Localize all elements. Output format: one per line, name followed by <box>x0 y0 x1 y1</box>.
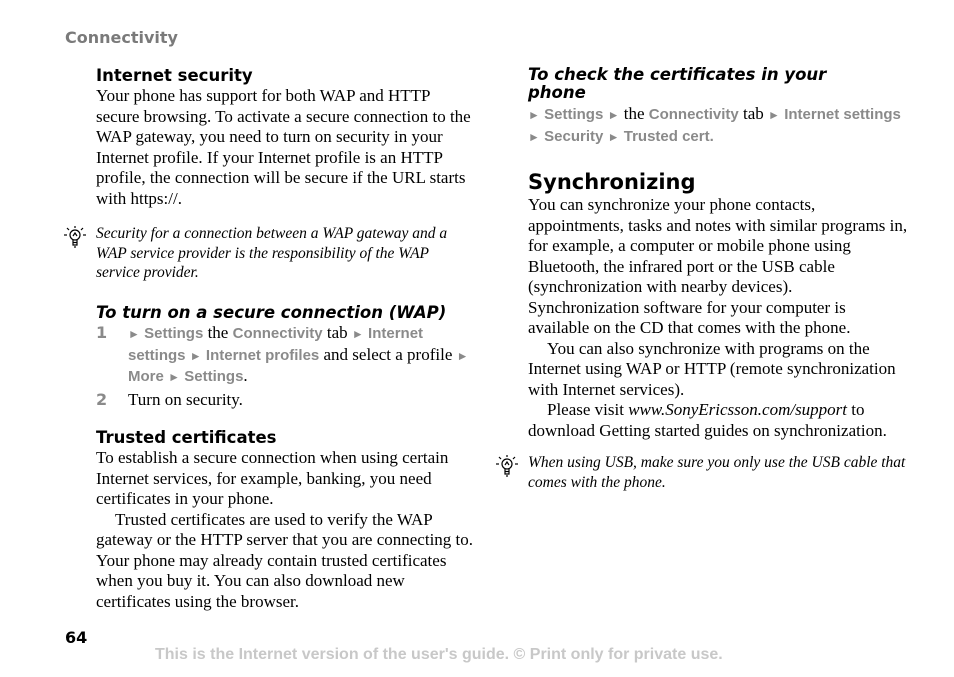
footer-notice: This is the Internet version of the user… <box>155 646 723 663</box>
menu-path-security: Security <box>544 127 604 145</box>
lightbulb-icon <box>496 455 518 477</box>
tip-text: When using USB, make sure you only use t… <box>528 454 906 491</box>
secure-wap-heading: To turn on a secure connection (WAP) <box>96 303 447 323</box>
arrow-icon: ► <box>768 108 780 122</box>
trusted-p2: Trusted certificates are used to verify … <box>96 509 474 611</box>
text: Please visit <box>547 400 629 419</box>
step-1: 1 ► Settings the Connectivity tab ► Inte… <box>96 323 476 388</box>
tip-text: Security for a connection between a WAP … <box>96 225 448 282</box>
arrow-icon: ► <box>168 370 180 385</box>
menu-path-settings-2: Settings <box>184 368 244 386</box>
tip-note: When using USB, make sure you only use t… <box>496 453 908 492</box>
arrow-icon: ► <box>189 348 202 363</box>
sync-p3: Please visit www.SonyEricsson.com/suppor… <box>528 400 908 441</box>
check-certs-heading: To check the certificates in your phone <box>528 65 827 102</box>
trusted-p1: To establish a secure connection when us… <box>96 448 449 509</box>
support-link[interactable]: www.SonyEricsson.com/support <box>628 400 847 419</box>
tip-note: Security for a connection between a WAP … <box>64 224 476 283</box>
text: the <box>203 323 233 343</box>
text: and select a profile <box>319 344 457 364</box>
arrow-icon: ► <box>607 108 620 122</box>
step-2: 2 Turn on security. <box>96 390 476 411</box>
left-column: Internet security Your phone has support… <box>64 66 476 612</box>
arrow-icon: ► <box>128 327 140 342</box>
menu-path-internet-settings: Internet settings <box>784 106 901 123</box>
page-number: 64 <box>65 628 88 647</box>
arrow-icon: ► <box>528 108 540 122</box>
text: . <box>243 366 248 386</box>
menu-path-trusted-cert: Trusted cert. <box>623 127 714 145</box>
step-number: 2 <box>96 389 108 409</box>
menu-path-more: More <box>128 368 164 386</box>
arrow-icon: ► <box>456 348 469 363</box>
section-header: Connectivity <box>65 28 178 47</box>
lightbulb-icon <box>64 226 86 248</box>
text: tab <box>322 323 352 343</box>
arrow-icon: ► <box>351 327 364 342</box>
trusted-certificates-heading: Trusted certificates <box>96 428 277 448</box>
text: the <box>619 104 649 123</box>
sync-p1: You can synchronize your phone contacts,… <box>528 195 908 337</box>
step-number: 1 <box>96 323 108 343</box>
arrow-icon: ► <box>607 129 620 144</box>
menu-path-connectivity: Connectivity <box>648 106 739 123</box>
right-column: To check the certificates in your phone … <box>496 65 908 492</box>
menu-path-settings: Settings <box>144 325 204 343</box>
internet-security-body: Your phone has support for both WAP and … <box>96 86 471 208</box>
text: tab <box>738 104 769 123</box>
arrow-icon: ► <box>528 129 540 144</box>
menu-path-internet-profiles: Internet profiles <box>205 346 320 364</box>
internet-security-heading: Internet security <box>96 66 253 85</box>
menu-path-settings: Settings <box>544 106 604 123</box>
synchronizing-heading: Synchronizing <box>528 170 696 194</box>
step-text: Turn on security. <box>128 389 243 409</box>
sync-p2: You can also synchronize with programs o… <box>528 338 896 399</box>
menu-path-connectivity: Connectivity <box>232 325 323 343</box>
